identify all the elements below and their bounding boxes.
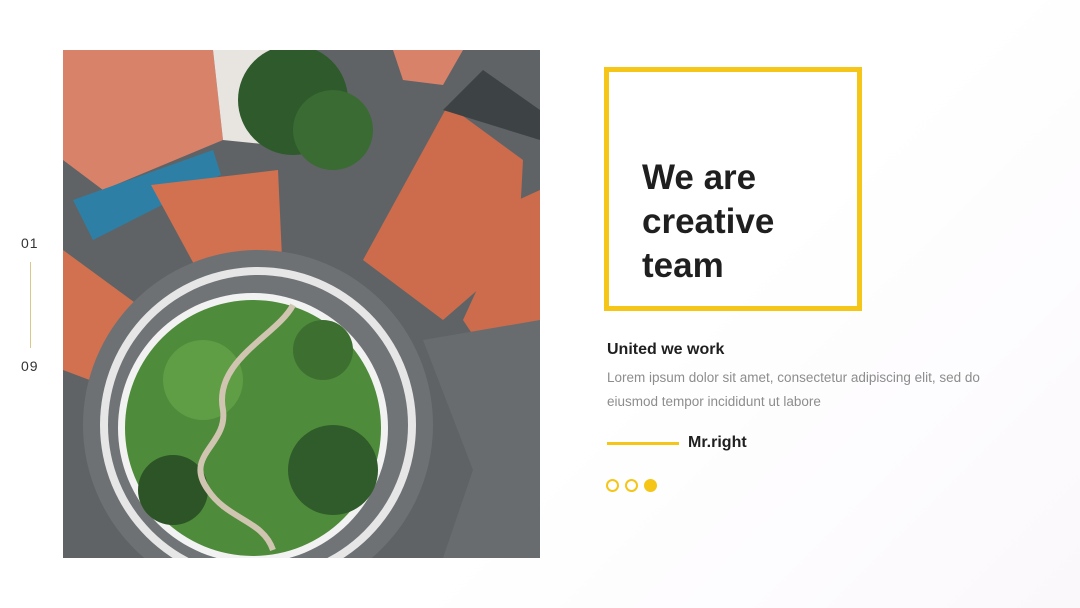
slide: 01 09 We are creative team United we wor… <box>0 0 1080 608</box>
aerial-photo <box>63 50 540 558</box>
slide-subtitle: United we work <box>607 341 725 358</box>
slide-title: We are creative team <box>642 156 842 288</box>
page-number-total: 09 <box>21 358 39 374</box>
signature-name: Mr.right <box>688 434 747 451</box>
pagination-dots <box>606 479 657 492</box>
signature-line <box>607 442 679 445</box>
page-progress-line <box>30 262 31 348</box>
page-number-current: 01 <box>21 235 39 251</box>
pagination-dot-1[interactable] <box>606 479 619 492</box>
title-frame: We are creative team <box>604 67 862 311</box>
pagination-dot-3[interactable] <box>644 479 657 492</box>
title-line: creative <box>642 202 775 241</box>
title-line: team <box>642 246 724 285</box>
slide-body-text: Lorem ipsum dolor sit amet, consectetur … <box>607 370 980 409</box>
pagination-dot-2[interactable] <box>625 479 638 492</box>
title-line: We are <box>642 158 757 197</box>
